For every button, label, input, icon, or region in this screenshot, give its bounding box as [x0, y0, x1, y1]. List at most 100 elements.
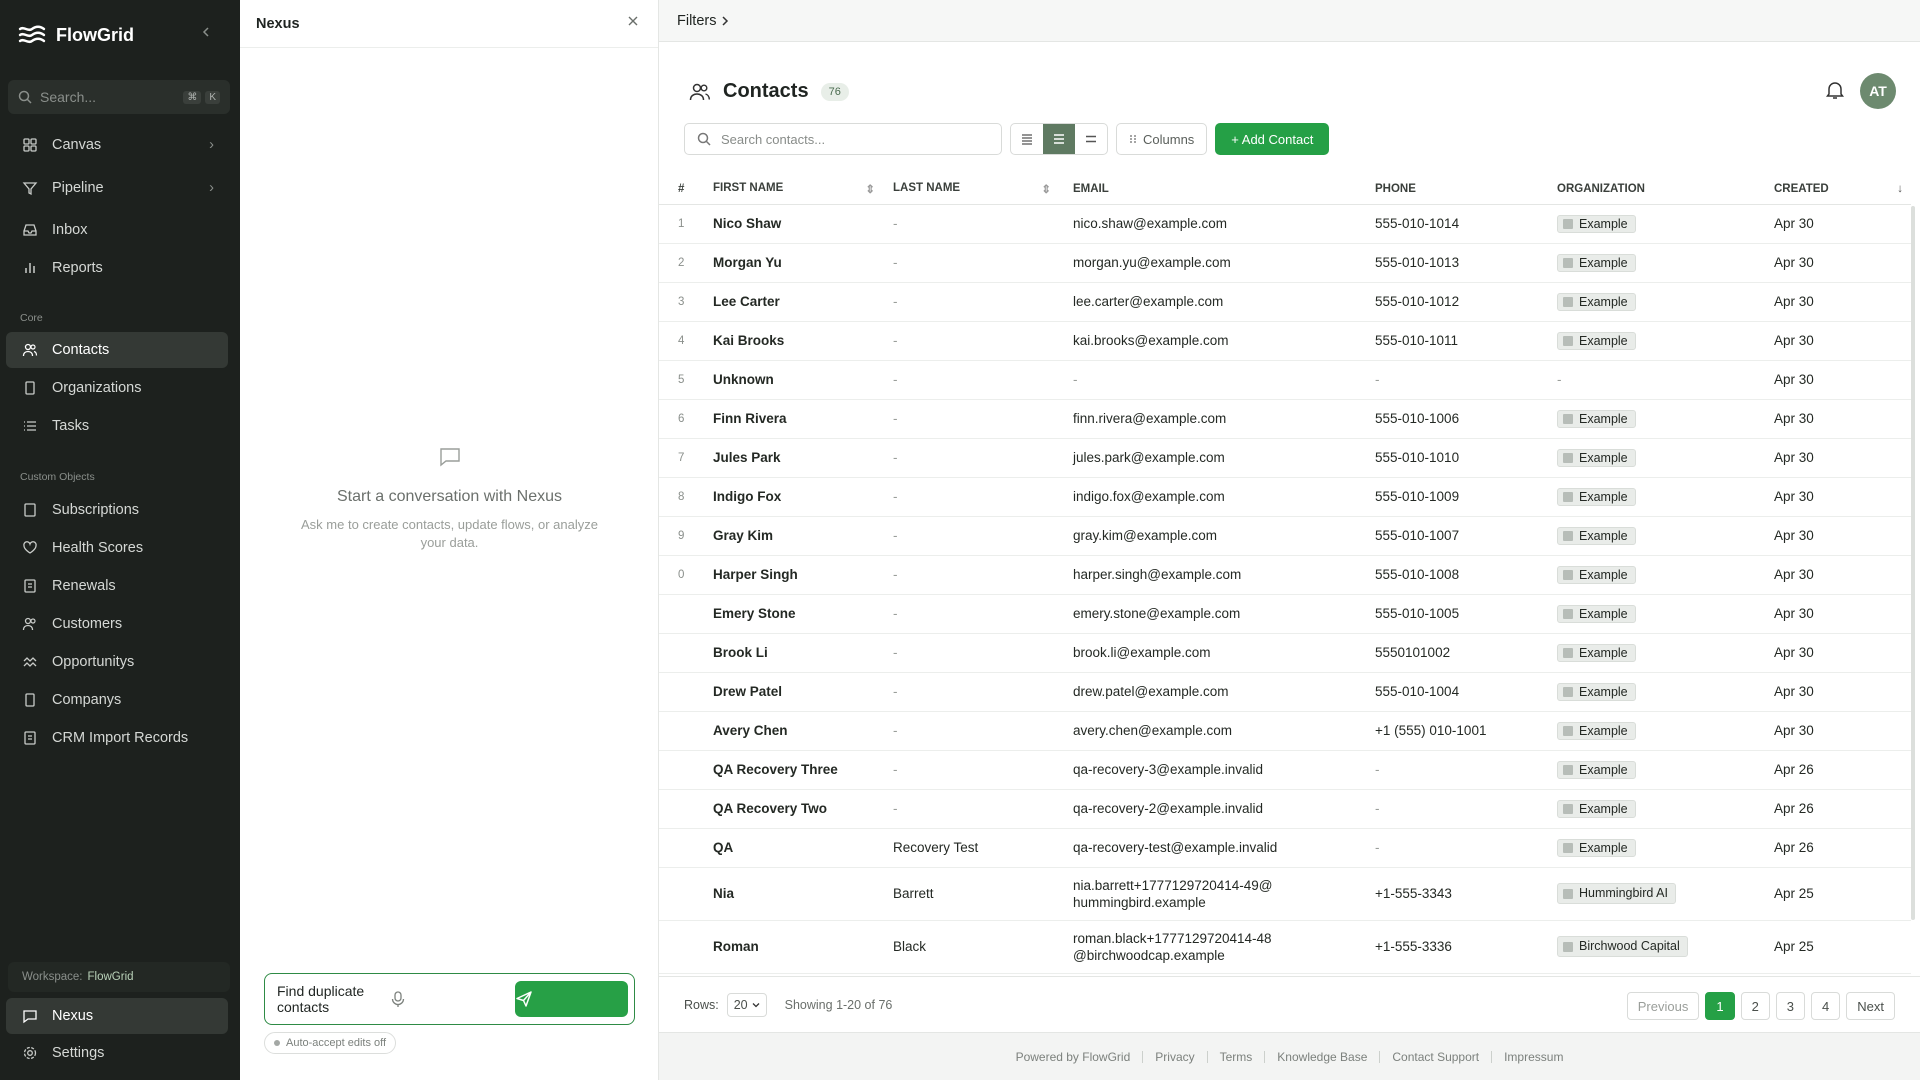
- first-name-cell[interactable]: QA Recovery Two: [713, 789, 893, 829]
- table-row[interactable]: QA Recovery Test qa-recovery-test@example.…: [659, 828, 1911, 868]
- organization-chip[interactable]: Birchwood Capital: [1557, 936, 1688, 957]
- first-name-cell[interactable]: Unknown: [713, 360, 893, 400]
- table-row[interactable]: 0 Harper Singh - harper.singh@example.com 55…: [659, 555, 1911, 595]
- sidebar-item-health-scores[interactable]: Health Scores: [6, 530, 228, 566]
- sidebar-item-contacts[interactable]: Contacts: [6, 332, 228, 368]
- organization-chip[interactable]: Example: [1557, 487, 1636, 506]
- organization-chip[interactable]: Example: [1557, 409, 1636, 428]
- sidebar-item-reports[interactable]: Reports: [6, 250, 228, 286]
- sidebar-item-canvas[interactable]: Canvas ›: [6, 127, 228, 163]
- page-button-3[interactable]: 3: [1775, 992, 1806, 1020]
- organization-chip[interactable]: Example: [1557, 292, 1636, 311]
- organization-chip[interactable]: Example: [1557, 721, 1636, 740]
- organization-chip[interactable]: Example: [1557, 682, 1636, 701]
- microphone-icon[interactable]: [390, 990, 503, 1008]
- phone-cell[interactable]: -: [1375, 750, 1557, 790]
- organization-cell[interactable]: Example: [1557, 204, 1774, 244]
- last-name-cell[interactable]: Recovery Test: [893, 828, 1073, 868]
- table-row[interactable]: 6 Finn Rivera - finn.rivera@example.com 555-…: [659, 399, 1911, 439]
- email-cell[interactable]: indigo.fox@example.com: [1073, 477, 1375, 517]
- bell-icon[interactable]: [1826, 80, 1844, 100]
- table-row[interactable]: Emery Stone - emery.stone@example.com 555-0…: [659, 594, 1911, 634]
- last-name-cell[interactable]: -: [893, 672, 1073, 712]
- phone-cell[interactable]: +1-555-3336: [1375, 920, 1557, 974]
- last-name-cell[interactable]: -: [893, 594, 1073, 634]
- sidebar-item-inbox[interactable]: Inbox: [6, 212, 228, 248]
- table-scrollbar[interactable]: [1911, 206, 1915, 920]
- impressum-link[interactable]: Impressum: [1504, 1050, 1563, 1064]
- organization-cell[interactable]: Example: [1557, 711, 1774, 751]
- email-cell[interactable]: emery.stone@example.com: [1073, 594, 1375, 634]
- email-cell[interactable]: drew.patel@example.com: [1073, 672, 1375, 712]
- last-name-cell[interactable]: -: [893, 438, 1073, 478]
- columns-button[interactable]: Columns: [1116, 123, 1208, 155]
- email-cell[interactable]: morgan.yu@example.com: [1073, 243, 1375, 283]
- terms-link[interactable]: Terms: [1220, 1050, 1253, 1064]
- sidebar-search[interactable]: Search... ⌘ K: [8, 80, 230, 114]
- organization-cell[interactable]: Example: [1557, 594, 1774, 634]
- phone-cell[interactable]: +1-555-3343: [1375, 867, 1557, 921]
- add-contact-button[interactable]: + Add Contact: [1215, 123, 1330, 155]
- first-name-cell[interactable]: Avery Chen: [713, 711, 893, 751]
- last-name-cell[interactable]: -: [893, 282, 1073, 322]
- organization-cell[interactable]: Example: [1557, 516, 1774, 556]
- column-header-created[interactable]: CREATED ↓: [1774, 174, 1911, 205]
- table-row[interactable]: Avery Chen - avery.chen@example.com +1 (555…: [659, 711, 1911, 751]
- page-button-1[interactable]: 1: [1705, 992, 1735, 1020]
- page-button-4[interactable]: 4: [1811, 992, 1841, 1020]
- auto-accept-toggle[interactable]: Auto-accept edits off: [264, 1032, 397, 1054]
- knowledge-base-link[interactable]: Knowledge Base: [1277, 1050, 1367, 1064]
- collapse-sidebar-icon[interactable]: [200, 26, 212, 38]
- table-row[interactable]: 7 Jules Park - jules.park@example.com 555-01…: [659, 438, 1911, 478]
- sidebar-item-opportunitys[interactable]: Opportunitys: [6, 644, 228, 680]
- organization-cell[interactable]: Example: [1557, 243, 1774, 283]
- organization-cell[interactable]: -: [1557, 360, 1774, 400]
- send-button[interactable]: [515, 981, 628, 1017]
- organization-cell[interactable]: Example: [1557, 750, 1774, 790]
- first-name-cell[interactable]: Indigo Fox: [713, 477, 893, 517]
- organization-cell[interactable]: Example: [1557, 672, 1774, 712]
- column-header-first-name[interactable]: FIRST NAME ⇕: [713, 174, 893, 205]
- organization-chip[interactable]: Example: [1557, 604, 1636, 623]
- sidebar-item-organizations[interactable]: Organizations: [6, 370, 228, 406]
- email-cell[interactable]: finn.rivera@example.com: [1073, 399, 1375, 439]
- phone-cell[interactable]: 555-010-1007: [1375, 516, 1557, 556]
- table-row[interactable]: QA Recovery Three - qa-recovery-3@example.…: [659, 750, 1911, 790]
- email-cell[interactable]: gray.kim@example.com: [1073, 516, 1375, 556]
- organization-cell[interactable]: Hummingbird AI: [1557, 867, 1774, 921]
- last-name-cell[interactable]: Barrett: [893, 867, 1073, 921]
- first-name-cell[interactable]: Gray Kim: [713, 516, 893, 556]
- organization-cell[interactable]: Example: [1557, 828, 1774, 868]
- email-cell[interactable]: nico.shaw@example.com: [1073, 204, 1375, 244]
- phone-cell[interactable]: 555-010-1005: [1375, 594, 1557, 634]
- table-row[interactable]: Roman Black roman.black+1777129720414-48@b…: [659, 920, 1911, 974]
- phone-cell[interactable]: 555-010-1009: [1375, 477, 1557, 517]
- sidebar-item-crm-import-records[interactable]: CRM Import Records: [6, 720, 228, 756]
- close-icon[interactable]: [626, 14, 640, 28]
- phone-cell[interactable]: 555-010-1011: [1375, 321, 1557, 361]
- email-cell[interactable]: avery.chen@example.com: [1073, 711, 1375, 751]
- first-name-cell[interactable]: Morgan Yu: [713, 243, 893, 283]
- next-button[interactable]: Next: [1846, 992, 1895, 1020]
- first-name-cell[interactable]: Jules Park: [713, 438, 893, 478]
- organization-chip[interactable]: Hummingbird AI: [1557, 883, 1676, 904]
- first-name-cell[interactable]: Roman: [713, 920, 893, 974]
- email-cell[interactable]: qa-recovery-test@example.invalid: [1073, 828, 1375, 868]
- email-cell[interactable]: brook.li@example.com: [1073, 633, 1375, 673]
- email-cell[interactable]: harper.singh@example.com: [1073, 555, 1375, 595]
- organization-chip[interactable]: Example: [1557, 526, 1636, 545]
- column-header-organization[interactable]: ORGANIZATION: [1557, 174, 1774, 205]
- last-name-cell[interactable]: -: [893, 711, 1073, 751]
- organization-chip[interactable]: Example: [1557, 565, 1636, 584]
- organization-cell[interactable]: Example: [1557, 555, 1774, 595]
- organization-chip[interactable]: Example: [1557, 643, 1636, 662]
- sort-desc-icon[interactable]: ↓: [1897, 183, 1903, 195]
- last-name-cell[interactable]: -: [893, 399, 1073, 439]
- organization-chip[interactable]: Example: [1557, 448, 1636, 467]
- organization-chip[interactable]: Example: [1557, 214, 1636, 233]
- last-name-cell[interactable]: -: [893, 555, 1073, 595]
- organization-chip[interactable]: Example: [1557, 799, 1636, 818]
- organization-chip[interactable]: Example: [1557, 760, 1636, 779]
- organization-cell[interactable]: Example: [1557, 399, 1774, 439]
- table-row[interactable]: Brook Li - brook.li@example.com 5550101002 E…: [659, 633, 1911, 673]
